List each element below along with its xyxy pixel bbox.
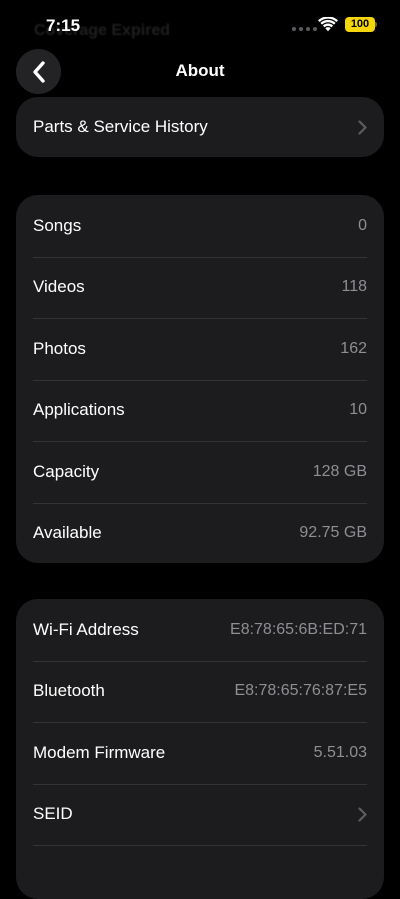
- row-value: 92.75 GB: [299, 524, 367, 542]
- row-value: 5.51.03: [313, 743, 367, 761]
- wifi-icon: [318, 17, 338, 32]
- available-row: Available 92.75 GB: [16, 502, 384, 564]
- row-value: E8:78:65:6B:ED:71: [230, 620, 367, 638]
- cellular-signal-icon: [292, 27, 317, 31]
- songs-row: Songs 0: [16, 195, 384, 257]
- status-time: 7:15: [46, 16, 81, 35]
- row-label: Capacity: [33, 461, 100, 481]
- videos-row: Videos 118: [16, 256, 384, 319]
- status-bar: Coverage Expired 7:15 100: [0, 0, 400, 48]
- row-value: 10: [349, 401, 367, 419]
- network-info-section: Wi-Fi Address E8:78:65:6B:ED:71 Bluetoot…: [16, 599, 384, 899]
- row-value: 128 GB: [312, 462, 367, 480]
- row-label: Applications: [33, 400, 125, 420]
- chevron-right-icon: [358, 119, 367, 135]
- page-title: About: [175, 61, 225, 80]
- battery-icon: 100: [345, 17, 375, 32]
- row-label: Bluetooth: [33, 681, 105, 701]
- capacity-row: Capacity 128 GB: [16, 441, 384, 503]
- seid-row[interactable]: SEID: [16, 783, 384, 846]
- row-label: Photos: [33, 338, 86, 358]
- modem-firmware-row: Modem Firmware 5.51.03: [16, 722, 384, 784]
- row-label: Parts & Service History: [33, 117, 208, 136]
- row-label: Available: [33, 523, 102, 543]
- applications-row: Applications 10: [16, 379, 384, 442]
- battery-nub: [375, 22, 377, 27]
- bluetooth-row: Bluetooth E8:78:65:76:87:E5: [16, 660, 384, 723]
- row-label: SEID: [33, 804, 73, 824]
- row-label: Wi-Fi Address: [33, 619, 139, 639]
- chevron-right-icon: [358, 807, 367, 822]
- row-value: 0: [358, 216, 367, 234]
- list-item-partial: [16, 845, 384, 899]
- parts-section: Parts & Service History: [16, 97, 384, 157]
- wifi-address-row: Wi-Fi Address E8:78:65:6B:ED:71: [16, 599, 384, 661]
- row-label: Songs: [33, 215, 82, 235]
- row-value: 118: [341, 278, 367, 296]
- row-label: Videos: [33, 277, 85, 297]
- photos-row: Photos 162: [16, 318, 384, 380]
- media-info-section: Songs 0 Videos 118 Photos 162 Applicatio…: [16, 195, 384, 563]
- row-value: 162: [340, 339, 367, 357]
- row-value: E8:78:65:76:87:E5: [234, 682, 367, 700]
- row-label: Modem Firmware: [33, 742, 166, 762]
- parts-service-history-row[interactable]: Parts & Service History: [16, 97, 384, 157]
